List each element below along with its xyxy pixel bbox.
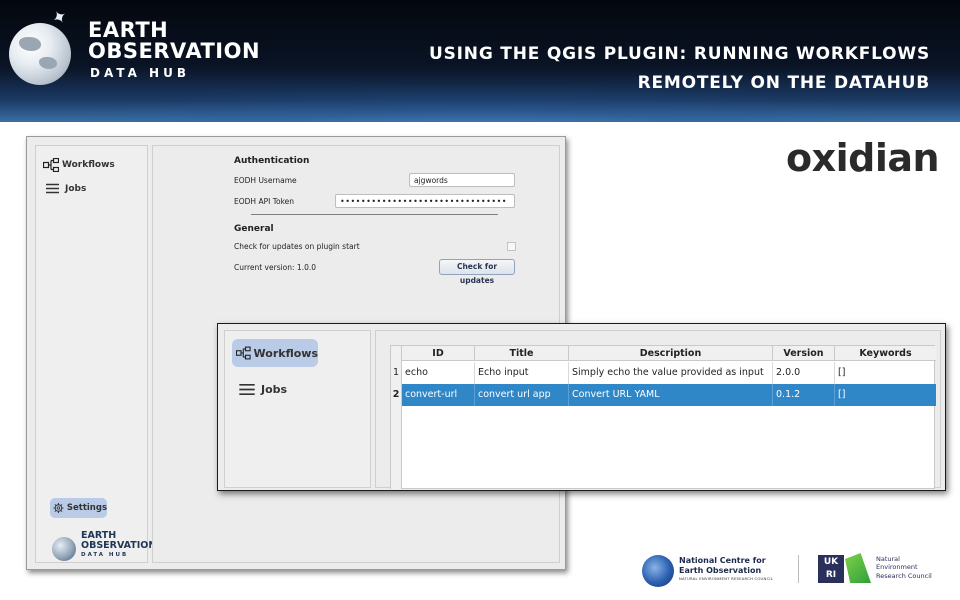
nceo-logo: National Centre for Earth Observation NA…	[642, 553, 792, 587]
slide-title-line1: USING THE QGIS PLUGIN: RUNNING WORKFLOWS	[429, 44, 930, 64]
table-row[interactable]: 2 convert-url convert url app Convert UR…	[391, 384, 936, 406]
cell-version[interactable]: 0.1.2	[773, 384, 835, 406]
sidebar-item-label: Workflows	[62, 160, 115, 170]
workflows-table: ID Title Description Version Keywords 1 …	[390, 345, 936, 489]
username-label: EODH Username	[234, 176, 297, 185]
list-icon	[239, 383, 255, 396]
username-input[interactable]: ajgwords	[409, 173, 515, 187]
mini-logo-line2: OBSERVATION	[81, 540, 157, 551]
row-header-corner	[391, 346, 402, 361]
nceo-line2: Earth Observation	[679, 566, 762, 575]
slide-title-line2: REMOTELY ON THE DATAHUB	[637, 73, 930, 93]
column-header-version[interactable]: Version	[773, 346, 835, 361]
oxidian-logo: oxidian	[786, 136, 940, 180]
footer-divider	[798, 555, 799, 583]
nerc-line3: Research Council	[876, 572, 932, 580]
cell-id[interactable]: echo	[402, 362, 475, 384]
sidebar-item-workflows[interactable]: Workflows	[43, 158, 115, 172]
sidebar-item-label: Jobs	[65, 183, 87, 194]
ukri-badge: UK RI	[818, 555, 844, 583]
workflows-sidebar: Workflows Jobs	[224, 330, 371, 488]
cell-description[interactable]: Simply echo the value provided as input	[569, 362, 773, 384]
ukri-nerc-logo: UK RI Natural Environment Research Counc…	[818, 553, 938, 585]
sidebar-item-jobs[interactable]: Jobs	[46, 183, 86, 194]
table-row[interactable]: 1 echo Echo input Simply echo the value …	[391, 362, 936, 384]
brand-observation: OBSERVATION	[88, 39, 261, 63]
workflow-icon	[43, 158, 59, 172]
general-heading: General	[234, 224, 274, 234]
sidebar-item-jobs[interactable]: Jobs	[239, 383, 287, 396]
settings-sidebar: Workflows Jobs Settings EARTH OBSERVATIO…	[35, 145, 156, 563]
update-check-label: Check for updates on plugin start	[234, 242, 360, 251]
slide-title: USING THE QGIS PLUGIN: RUNNING WORKFLOWS…	[429, 40, 930, 98]
nceo-globe-icon	[642, 555, 674, 587]
column-header-keywords[interactable]: Keywords	[835, 346, 936, 361]
nceo-line1: National Centre for	[679, 556, 766, 565]
gear-icon	[53, 502, 64, 514]
brand-data-hub: DATA HUB	[90, 66, 190, 80]
column-header-id[interactable]: ID	[402, 346, 475, 361]
column-header-description[interactable]: Description	[569, 346, 773, 361]
row-number[interactable]: 2	[391, 384, 402, 406]
earth-globe-icon	[9, 23, 71, 85]
api-token-label: EODH API Token	[234, 197, 295, 206]
sidebar-item-workflows[interactable]: Workflows	[232, 339, 318, 367]
table-header: ID Title Description Version Keywords	[391, 346, 936, 361]
column-header-title[interactable]: Title	[475, 346, 569, 361]
current-version-label: Current version: 1.0.0	[234, 263, 317, 272]
section-divider	[251, 214, 498, 215]
slide: ✦ EARTH OBSERVATION DATA HUB USING THE Q…	[0, 0, 960, 600]
globe-land	[39, 57, 57, 69]
plugin-workflows-window: Workflows Jobs ID Title Description Vers…	[217, 323, 946, 491]
api-token-input[interactable]: ••••••••••••••••••••••••••••••••	[335, 194, 515, 208]
mini-logo-line3: DATA HUB	[81, 552, 129, 558]
settings-button[interactable]: Settings	[50, 498, 107, 518]
datahub-mini-logo: EARTH OBSERVATION DATA HUB	[52, 528, 156, 564]
workflow-icon	[236, 346, 251, 360]
nerc-line2: Environment	[876, 563, 918, 571]
cell-title[interactable]: Echo input	[475, 362, 569, 384]
cell-id[interactable]: convert-url	[402, 384, 475, 406]
nerc-leaf-icon	[845, 553, 871, 583]
settings-label: Settings	[66, 503, 107, 513]
authentication-heading: Authentication	[234, 156, 310, 166]
header-banner: ✦ EARTH OBSERVATION DATA HUB USING THE Q…	[0, 0, 960, 122]
nceo-line3: NATURAL ENVIRONMENT RESEARCH COUNCIL	[679, 576, 774, 581]
sidebar-item-label: Workflows	[253, 346, 318, 360]
list-icon	[46, 183, 59, 194]
cell-title[interactable]: convert url app	[475, 384, 569, 406]
cell-description[interactable]: Convert URL YAML	[569, 384, 773, 406]
globe-land	[19, 37, 41, 51]
check-for-updates-button[interactable]: Check for updates	[439, 259, 515, 285]
cell-version[interactable]: 2.0.0	[773, 362, 835, 384]
cell-keywords[interactable]: []	[835, 384, 936, 406]
earth-globe-icon	[52, 537, 76, 561]
workflows-panel: ID Title Description Version Keywords 1 …	[375, 330, 941, 489]
sidebar-item-label: Jobs	[261, 383, 288, 396]
row-number[interactable]: 1	[391, 362, 402, 384]
update-check-checkbox[interactable]	[507, 242, 516, 251]
cell-keywords[interactable]: []	[835, 362, 936, 384]
